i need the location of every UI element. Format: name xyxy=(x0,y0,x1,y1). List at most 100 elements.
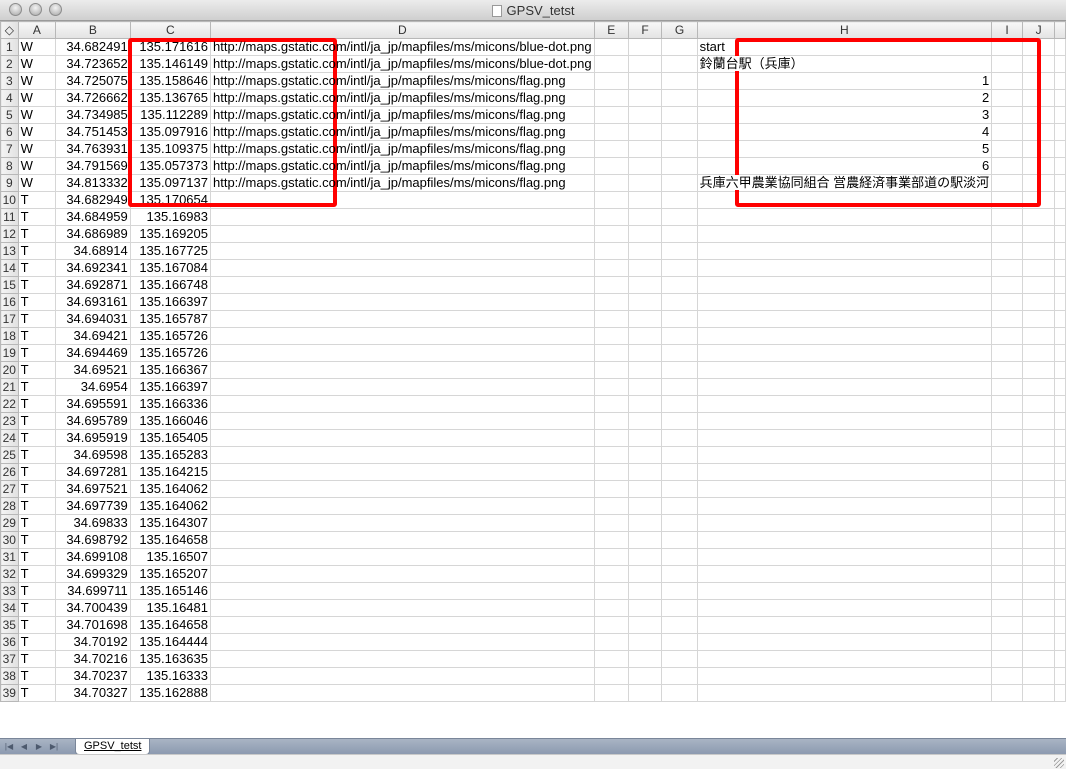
cell-d[interactable]: http://maps.gstatic.com/intl/ja_jp/mapfi… xyxy=(210,72,595,90)
cell-g[interactable] xyxy=(661,412,698,430)
row-header[interactable]: 26 xyxy=(0,463,19,481)
cell-h[interactable] xyxy=(696,514,993,532)
cell-f[interactable] xyxy=(627,395,663,413)
cell-c[interactable]: 135.16507 xyxy=(129,548,212,566)
row-header[interactable]: 24 xyxy=(0,429,19,447)
cell-j[interactable] xyxy=(1021,174,1056,192)
row-header[interactable]: 3 xyxy=(0,72,19,90)
cell-b[interactable]: 34.68914 xyxy=(55,242,131,260)
cell-f[interactable] xyxy=(627,140,663,158)
row-header[interactable]: 13 xyxy=(0,242,19,260)
row-header[interactable]: 20 xyxy=(0,361,19,379)
prev-sheet-icon[interactable]: ◀ xyxy=(18,741,30,752)
cell-d[interactable] xyxy=(210,582,595,600)
cell-c[interactable]: 135.167725 xyxy=(129,242,212,260)
cell-f[interactable] xyxy=(627,514,663,532)
cell-c[interactable]: 135.163635 xyxy=(129,650,212,668)
cell-b[interactable]: 34.695919 xyxy=(55,429,131,447)
cell-a[interactable]: T xyxy=(17,395,57,413)
cell-j[interactable] xyxy=(1021,140,1056,158)
cell-e[interactable] xyxy=(593,548,629,566)
cell-a[interactable]: W xyxy=(17,72,57,90)
cell-a[interactable]: T xyxy=(17,344,57,362)
cell-f[interactable] xyxy=(627,582,663,600)
cell-g[interactable] xyxy=(661,191,698,209)
cell-b[interactable]: 34.700439 xyxy=(55,599,131,617)
cell-f[interactable] xyxy=(627,293,663,311)
cell-h[interactable] xyxy=(696,599,993,617)
cell-j[interactable] xyxy=(1021,582,1056,600)
cell-a[interactable]: T xyxy=(17,327,57,345)
cell-a[interactable]: W xyxy=(17,55,57,73)
cell-a[interactable]: T xyxy=(17,225,57,243)
cell-j[interactable] xyxy=(1021,412,1056,430)
cell-h[interactable]: 鈴蘭台駅（兵庫） xyxy=(696,55,993,73)
cell-j[interactable] xyxy=(1021,38,1056,56)
cell-j[interactable] xyxy=(1021,106,1056,124)
cell-d[interactable] xyxy=(210,361,595,379)
cell-e[interactable] xyxy=(593,327,629,345)
cell-d[interactable] xyxy=(210,565,595,583)
row-header[interactable]: 6 xyxy=(0,123,19,141)
cell-b[interactable]: 34.70327 xyxy=(55,684,131,702)
cell-c[interactable]: 135.097137 xyxy=(129,174,212,192)
cell-e[interactable] xyxy=(593,276,629,294)
cell-i[interactable] xyxy=(991,548,1023,566)
row-header[interactable]: 29 xyxy=(0,514,19,532)
cell-g[interactable] xyxy=(661,565,698,583)
select-all-corner[interactable]: ◇ xyxy=(0,21,19,39)
cell-e[interactable] xyxy=(593,174,629,192)
cell-b[interactable]: 34.70216 xyxy=(55,650,131,668)
cell-a[interactable]: T xyxy=(17,565,57,583)
cell-a[interactable]: T xyxy=(17,276,57,294)
cell-i[interactable] xyxy=(991,174,1023,192)
cell-a[interactable]: T xyxy=(17,446,57,464)
cell-f[interactable] xyxy=(627,463,663,481)
cell-j[interactable] xyxy=(1021,225,1056,243)
cell-g[interactable] xyxy=(661,378,698,396)
cell-h[interactable] xyxy=(696,276,993,294)
cell-d[interactable] xyxy=(210,412,595,430)
next-sheet-icon[interactable]: ▶ xyxy=(33,741,45,752)
cell-j[interactable] xyxy=(1021,310,1056,328)
cell-i[interactable] xyxy=(991,72,1023,90)
cell-d[interactable]: http://maps.gstatic.com/intl/ja_jp/mapfi… xyxy=(210,157,595,175)
cell-b[interactable]: 34.682949 xyxy=(55,191,131,209)
cell-g[interactable] xyxy=(661,497,698,515)
cell-c[interactable]: 135.166046 xyxy=(129,412,212,430)
cell-g[interactable] xyxy=(661,38,698,56)
cell-f[interactable] xyxy=(627,157,663,175)
cell-d[interactable] xyxy=(210,310,595,328)
cell-b[interactable]: 34.701698 xyxy=(55,616,131,634)
cell-a[interactable]: T xyxy=(17,684,57,702)
cell-b[interactable]: 34.695789 xyxy=(55,412,131,430)
cell-f[interactable] xyxy=(627,72,663,90)
cell-i[interactable] xyxy=(991,157,1023,175)
cell-f[interactable] xyxy=(627,276,663,294)
cell-e[interactable] xyxy=(593,89,629,107)
row-header[interactable]: 23 xyxy=(0,412,19,430)
cell-f[interactable] xyxy=(627,55,663,73)
cell-g[interactable] xyxy=(661,531,698,549)
cell-h[interactable] xyxy=(696,633,993,651)
cell-g[interactable] xyxy=(661,72,698,90)
cell-g[interactable] xyxy=(661,174,698,192)
cell-f[interactable] xyxy=(627,497,663,515)
cell-e[interactable] xyxy=(593,395,629,413)
cell-b[interactable]: 34.698792 xyxy=(55,531,131,549)
cell-h[interactable]: start xyxy=(696,38,993,56)
cell-g[interactable] xyxy=(661,599,698,617)
cell-f[interactable] xyxy=(627,191,663,209)
cell-c[interactable]: 135.166336 xyxy=(129,395,212,413)
cell-i[interactable] xyxy=(991,582,1023,600)
cell-b[interactable]: 34.697739 xyxy=(55,497,131,515)
cell-d[interactable] xyxy=(210,395,595,413)
cell-c[interactable]: 135.164215 xyxy=(129,463,212,481)
cell-h[interactable] xyxy=(696,225,993,243)
cell-h[interactable] xyxy=(696,429,993,447)
cell-e[interactable] xyxy=(593,531,629,549)
cell-i[interactable] xyxy=(991,395,1023,413)
cell-a[interactable]: T xyxy=(17,582,57,600)
cell-j[interactable] xyxy=(1021,191,1056,209)
cell-g[interactable] xyxy=(661,225,698,243)
